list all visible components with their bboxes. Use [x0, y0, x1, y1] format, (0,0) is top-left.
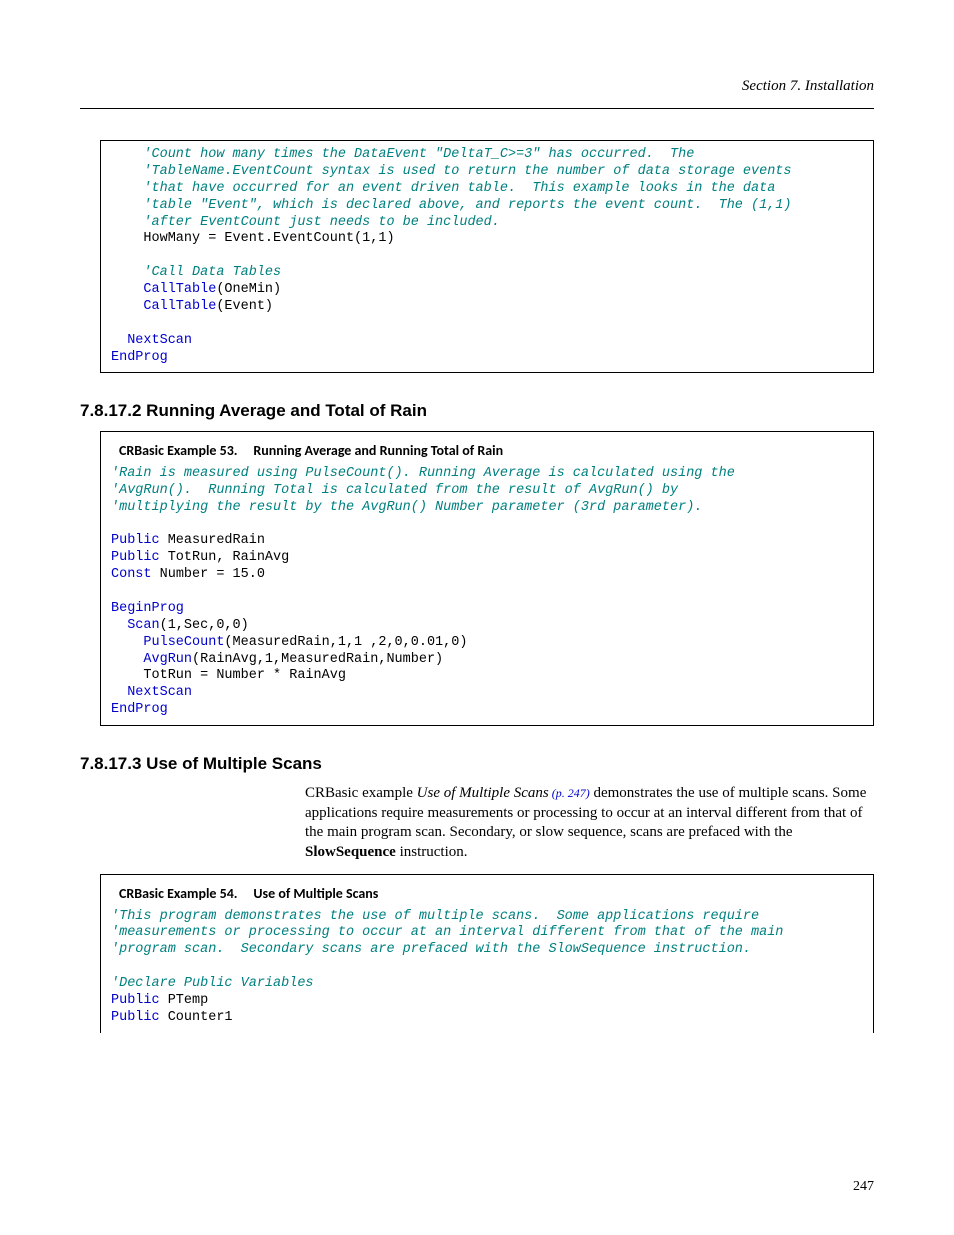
code-keyword: Public — [111, 550, 160, 565]
code-block-example-54: CRBasic Example 54. Use of Multiple Scan… — [100, 874, 874, 1033]
code-comment: 'measurements or processing to occur at … — [111, 925, 783, 940]
para-italic: Use of Multiple Scans — [417, 785, 549, 801]
code-block-example-53: CRBasic Example 53. Running Average and … — [100, 431, 874, 726]
code-comment: 'This program demonstrates the use of mu… — [111, 909, 759, 924]
code-keyword: BeginProg — [111, 601, 184, 616]
code-block-event-count: 'Count how many times the DataEvent "Del… — [100, 140, 874, 373]
code-line: HowMany = Event.EventCount(1,1) — [143, 231, 394, 246]
code-keyword: PulseCount — [143, 635, 224, 650]
para-text: CRBasic example — [305, 785, 417, 801]
code-keyword: CallTable — [143, 282, 216, 297]
para-bold: SlowSequence — [305, 844, 396, 860]
code-comment: 'table "Event", which is declared above,… — [143, 198, 791, 213]
code-comment: 'that have occurred for an event driven … — [143, 181, 775, 196]
code-keyword: Public — [111, 1010, 160, 1025]
code-text: Counter1 — [160, 1010, 233, 1025]
code-keyword: Scan — [127, 618, 159, 633]
code-comment: 'AvgRun(). Running Total is calculated f… — [111, 483, 678, 498]
code-keyword: Public — [111, 993, 160, 1008]
code-text: (OneMin) — [216, 282, 281, 297]
page-number: 247 — [853, 1179, 874, 1195]
section-heading-running-average: 7.8.17.2 Running Average and Total of Ra… — [80, 401, 874, 421]
code-keyword: Const — [111, 567, 152, 582]
header-section-label: Section 7. Installation — [742, 78, 874, 95]
code-comment: 'after EventCount just needs to be inclu… — [143, 215, 499, 230]
code-keyword: Public — [111, 533, 160, 548]
code-text: (RainAvg,1,MeasuredRain,Number) — [192, 652, 443, 667]
example-title: CRBasic Example 54. Use of Multiple Scan… — [111, 881, 863, 909]
code-keyword: NextScan — [127, 333, 192, 348]
example-name: Running Average and Running Total of Rai… — [253, 442, 503, 459]
code-text: PTemp — [160, 993, 209, 1008]
code-keyword: EndProg — [111, 702, 168, 717]
code-text: Number = 15.0 — [152, 567, 265, 582]
para-text: instruction. — [396, 844, 468, 860]
example-label: CRBasic Example 53. — [119, 442, 238, 459]
code-text: TotRun, RainAvg — [160, 550, 290, 565]
code-comment: 'TableName.EventCount syntax is used to … — [143, 164, 791, 179]
code-comment: 'program scan. Secondary scans are prefa… — [111, 942, 751, 957]
code-keyword: CallTable — [143, 299, 216, 314]
example-name: Use of Multiple Scans — [253, 885, 378, 902]
code-comment: 'Rain is measured using PulseCount(). Ru… — [111, 466, 735, 481]
page-reference-link[interactable]: (p. 247) — [549, 786, 590, 800]
example-title: CRBasic Example 53. Running Average and … — [111, 438, 863, 466]
code-text: (MeasuredRain,1,1 ,2,0,0.01,0) — [224, 635, 467, 650]
code-keyword: EndProg — [111, 350, 168, 365]
code-text: (1,Sec,0,0) — [160, 618, 249, 633]
code-comment: 'Call Data Tables — [143, 265, 281, 280]
example-label: CRBasic Example 54. — [119, 885, 238, 902]
code-comment: 'Count how many times the DataEvent "Del… — [143, 147, 694, 162]
code-text: MeasuredRain — [160, 533, 265, 548]
body-paragraph: CRBasic example Use of Multiple Scans (p… — [305, 784, 874, 862]
code-comment: 'Declare Public Variables — [111, 976, 314, 991]
code-comment: 'multiplying the result by the AvgRun() … — [111, 500, 702, 515]
code-keyword: NextScan — [127, 685, 192, 700]
section-heading-multiple-scans: 7.8.17.3 Use of Multiple Scans — [80, 754, 874, 774]
code-text: (Event) — [216, 299, 273, 314]
header-rule — [80, 108, 874, 109]
code-keyword: AvgRun — [143, 652, 192, 667]
code-line: TotRun = Number * RainAvg — [143, 668, 346, 683]
